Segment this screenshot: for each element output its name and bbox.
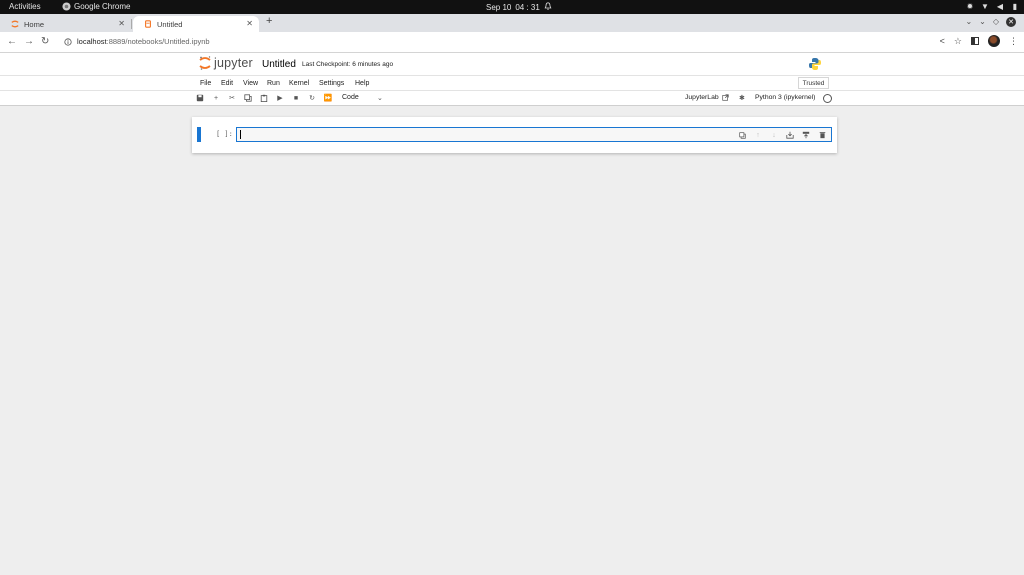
new-tab-button[interactable]: +	[266, 15, 272, 27]
insert-below-icon[interactable]	[785, 130, 795, 140]
cell-type-select[interactable]: Code	[342, 94, 359, 101]
more-menu-icon[interactable]: ⋮	[1009, 36, 1018, 47]
move-down-icon[interactable]: ↓	[769, 130, 779, 140]
jupyter-favicon	[11, 20, 19, 28]
jupyter-logo-icon	[199, 56, 211, 70]
tab-untitled[interactable]: Untitled ✕	[133, 16, 259, 32]
reload-icon[interactable]: ↻	[41, 36, 49, 47]
restart-icon[interactable]: ↻	[307, 93, 317, 103]
menu-settings[interactable]: Settings	[319, 80, 344, 87]
profile-avatar[interactable]	[988, 35, 1000, 47]
debugger-bug-icon[interactable]: ✱	[739, 94, 745, 102]
app-name: Google Chrome	[74, 2, 131, 11]
tab-title: Home	[24, 19, 45, 29]
kernel-status-icon	[823, 94, 832, 103]
menu-run[interactable]: Run	[267, 80, 280, 87]
chevron-down-icon[interactable]: ⌄	[377, 94, 383, 102]
python-logo-icon	[808, 57, 822, 76]
tab-home[interactable]: Home ✕	[0, 16, 131, 32]
system-tray[interactable]: ✹ ▼ ◀ ▮	[965, 1, 1020, 11]
url-field[interactable]: localhost:8889/notebooks/Untitled.ipynb	[64, 37, 210, 46]
url-host: localhost	[77, 37, 107, 46]
notebook-favicon	[145, 20, 151, 28]
fast-forward-icon[interactable]: ⏩	[323, 93, 333, 103]
chrome-icon	[62, 2, 71, 11]
run-icon[interactable]: ▶	[275, 93, 285, 103]
delete-cell-icon[interactable]	[817, 130, 827, 140]
tab-title: Untitled	[157, 19, 183, 29]
share-icon[interactable]: <	[940, 36, 945, 46]
window-controls: ⌄ ⌄ ◇ ✕	[965, 17, 1016, 27]
move-up-icon[interactable]: ↑	[753, 130, 763, 140]
close-icon[interactable]: ✕	[246, 19, 253, 28]
os-topbar: Activities Google Chrome Sep 10 04 : 31 …	[0, 0, 1024, 14]
cell-prompt: [ ]:	[216, 130, 233, 138]
cut-icon[interactable]: ✂	[227, 93, 237, 103]
jupyter-logo[interactable]: jupyter	[199, 56, 253, 70]
battery-icon: ▮	[1012, 1, 1018, 11]
text-cursor	[240, 130, 241, 139]
kernel-name[interactable]: Python 3 (ipykernel)	[755, 94, 815, 101]
minimize-icon[interactable]: ⌄	[979, 17, 986, 27]
jupyterlab-label: JupyterLab	[685, 94, 719, 101]
address-bar-actions: < ☆ ⋮	[940, 35, 1018, 47]
wifi-icon: ▼	[981, 1, 989, 11]
brightness-icon: ✹	[966, 1, 974, 11]
jupyter-header	[0, 53, 1024, 75]
restore-icon[interactable]: ◇	[993, 17, 999, 27]
tab-search-icon[interactable]: ⌄	[965, 17, 972, 27]
checkpoint-status: Last Checkpoint: 6 minutes ago	[302, 61, 394, 68]
menu-view[interactable]: View	[243, 80, 258, 87]
volume-icon: ◀	[996, 1, 1004, 11]
close-icon[interactable]: ✕	[118, 19, 125, 28]
notebook-toolbar: + ✂ ▶ ■ ↻ ⏩ Code ⌄ JupyterLab ✱ Python 3…	[0, 91, 1024, 106]
side-panel-icon[interactable]	[971, 37, 979, 45]
active-cell-indicator	[197, 127, 201, 142]
back-icon[interactable]: ←	[7, 36, 17, 47]
menu-file[interactable]: File	[200, 80, 211, 87]
close-window-icon[interactable]: ✕	[1006, 17, 1016, 27]
forward-icon[interactable]: →	[24, 36, 34, 47]
clock[interactable]: Sep 10 04 : 31	[486, 2, 552, 12]
clock-time: 04 : 31	[515, 2, 540, 12]
paste-icon[interactable]	[259, 93, 269, 103]
alarm-icon	[544, 2, 552, 12]
tab-separator	[131, 19, 132, 29]
menu-kernel[interactable]: Kernel	[289, 80, 309, 87]
activities-button[interactable]: Activities	[9, 2, 41, 11]
stop-icon[interactable]: ■	[291, 93, 301, 103]
site-info-icon	[64, 37, 72, 46]
copy-icon[interactable]	[243, 93, 253, 103]
jupyter-wordmark: jupyter	[214, 56, 253, 70]
jupyterlab-link[interactable]: JupyterLab	[685, 94, 729, 101]
insert-above-icon[interactable]	[801, 130, 811, 140]
app-menu[interactable]: Google Chrome	[62, 2, 130, 11]
notebook-panel: [ ]: ↑ ↓	[192, 117, 837, 153]
menu-help[interactable]: Help	[355, 80, 369, 87]
add-cell-icon[interactable]: +	[211, 93, 221, 103]
notebook-title[interactable]: Untitled	[262, 59, 296, 70]
address-bar: ← → ↻ localhost:8889/notebooks/Untitled.…	[0, 32, 1024, 53]
browser-tabstrip: Home ✕ Untitled ✕	[0, 14, 1024, 32]
duplicate-cell-icon[interactable]	[737, 130, 747, 140]
code-cell-input[interactable]: ↑ ↓	[236, 127, 832, 142]
trusted-indicator[interactable]: Trusted	[798, 77, 829, 89]
external-link-icon	[721, 94, 729, 101]
menu-edit[interactable]: Edit	[221, 80, 233, 87]
clock-date: Sep 10	[486, 2, 512, 12]
cell-toolbar: ↑ ↓	[737, 130, 827, 140]
url-path: :8889/notebooks/Untitled.ipynb	[106, 37, 210, 46]
bookmark-star-icon[interactable]: ☆	[954, 36, 962, 47]
save-icon[interactable]	[195, 93, 205, 103]
menu-bar: File Edit View Run Kernel Settings Help	[0, 75, 1024, 91]
